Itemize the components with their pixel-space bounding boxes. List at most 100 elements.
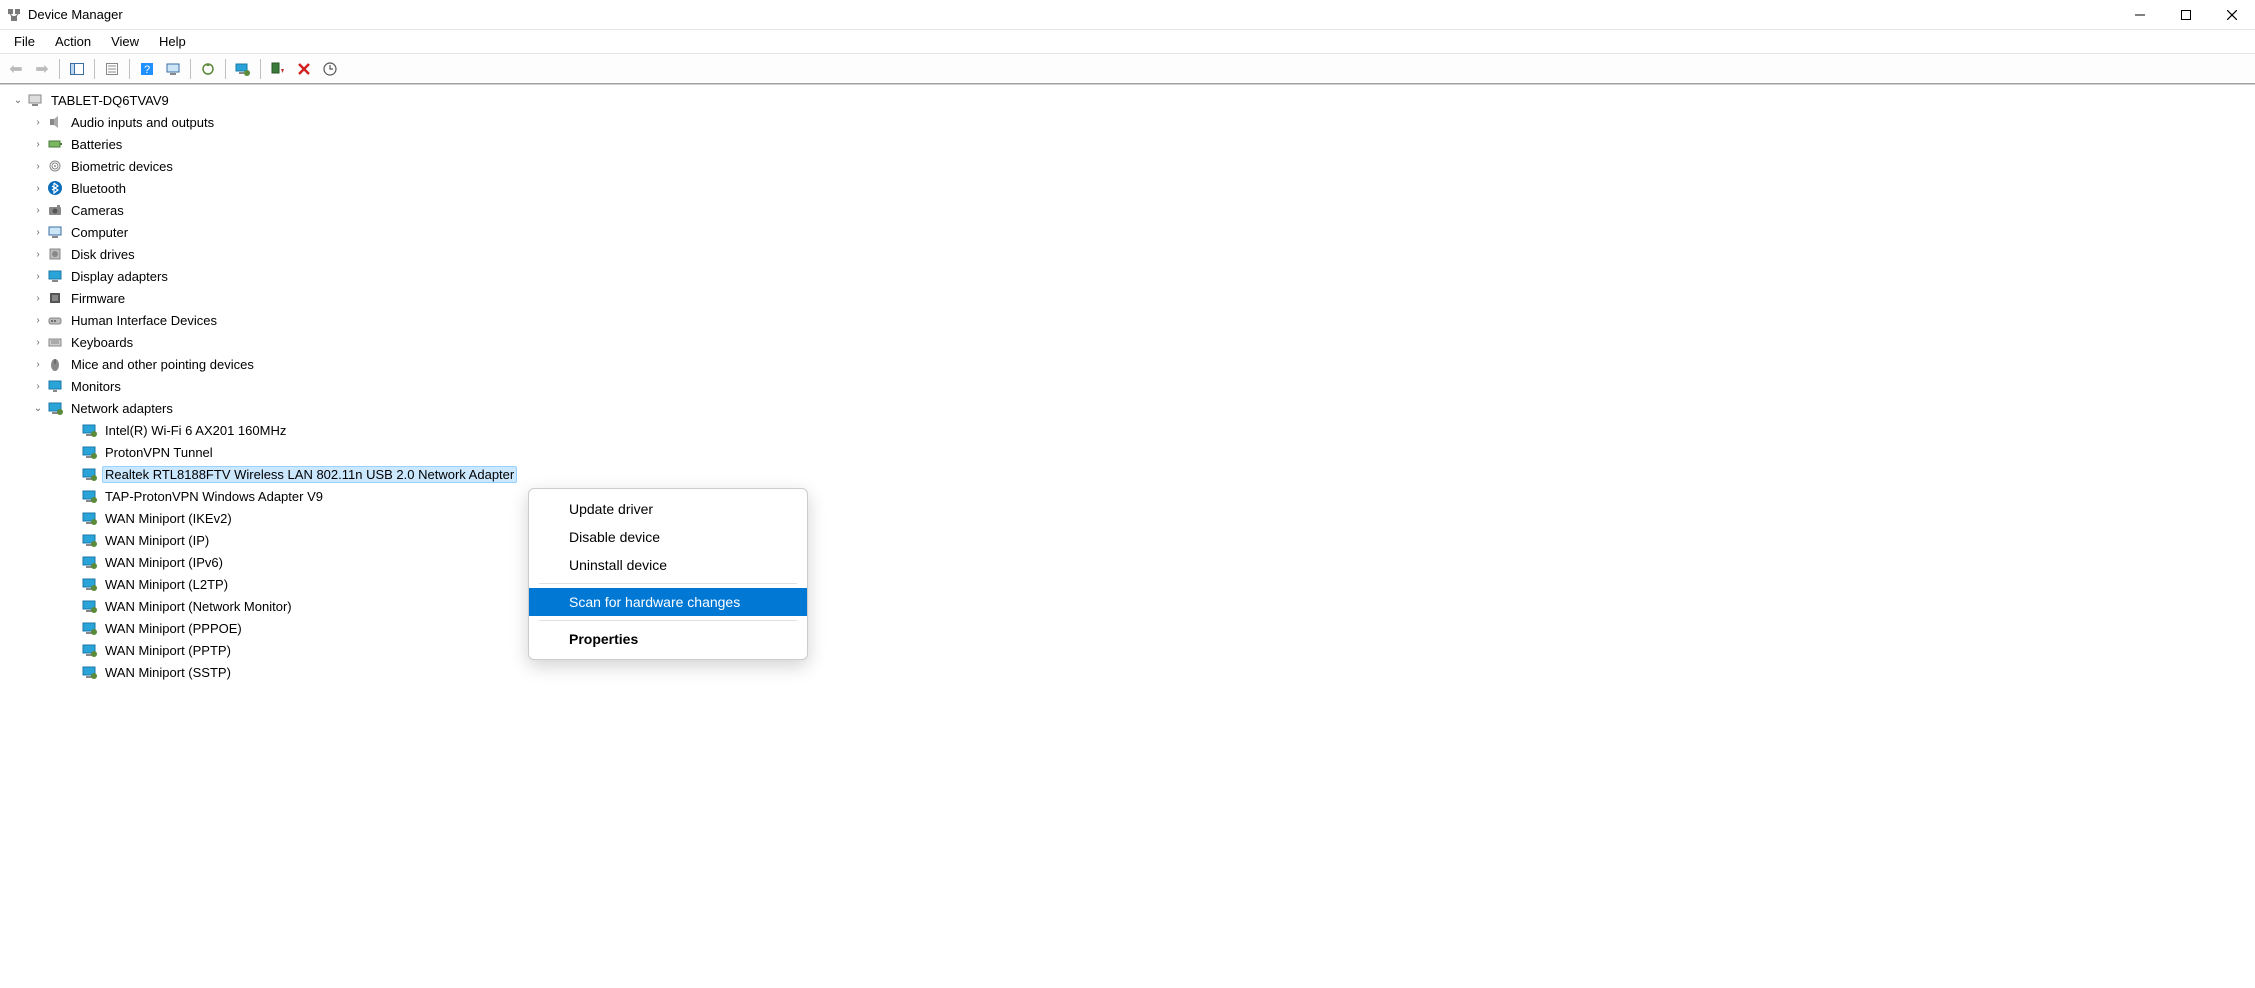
expander-icon[interactable]: › [30,356,46,372]
expander-icon[interactable]: › [30,224,46,240]
expander-icon[interactable]: › [30,312,46,328]
tree-device[interactable]: · WAN Miniport (Network Monitor) [4,595,2255,617]
menu-action[interactable]: Action [47,32,99,51]
expander-none: · [64,554,80,570]
tree-category[interactable]: › Disk drives [4,243,2255,265]
tree-root[interactable]: ⌄ TABLET-DQ6TVAV9 [4,89,2255,111]
firmware-icon [46,289,64,307]
expander-none: · [64,532,80,548]
tree-device-label: WAN Miniport (L2TP) [102,576,231,593]
tree-device[interactable]: · Intel(R) Wi-Fi 6 AX201 160MHz [4,419,2255,441]
tree-device[interactable]: · WAN Miniport (IPv6) [4,551,2255,573]
expander-icon[interactable]: › [30,268,46,284]
tree-device[interactable]: · ProtonVPN Tunnel [4,441,2255,463]
expander-icon[interactable]: › [30,334,46,350]
bluetooth-icon [46,179,64,197]
scan-icon [165,61,181,77]
help-button[interactable]: ? [135,57,159,81]
maximize-button[interactable] [2163,0,2209,30]
uninstall-device-button[interactable] [292,57,316,81]
expander-icon[interactable]: › [30,136,46,152]
expander-icon[interactable]: ⌄ [10,92,26,108]
tree-category[interactable]: › Bluetooth [4,177,2255,199]
tree-device[interactable]: · WAN Miniport (PPPOE) [4,617,2255,639]
tree-category[interactable]: › Firmware [4,287,2255,309]
tree-device-label: Realtek RTL8188FTV Wireless LAN 802.11n … [102,466,517,483]
menu-view[interactable]: View [103,32,147,51]
network-adapter-icon [80,443,98,461]
expander-icon[interactable]: › [30,114,46,130]
tree-device[interactable]: · WAN Miniport (SSTP) [4,661,2255,683]
context-menu-separator [539,583,797,584]
expander-icon[interactable]: › [30,158,46,174]
menu-help[interactable]: Help [151,32,194,51]
network-adapter-icon [80,641,98,659]
scan-hardware-button[interactable] [161,57,185,81]
tree-category[interactable]: › Computer [4,221,2255,243]
tree-category[interactable]: › Biometric devices [4,155,2255,177]
back-button[interactable]: ⬅ [4,57,28,81]
expander-icon[interactable]: ⌄ [30,400,46,416]
tree-category[interactable]: › Mice and other pointing devices [4,353,2255,375]
network-adapter-icon [80,465,98,483]
tree-device[interactable]: · WAN Miniport (L2TP) [4,573,2255,595]
expander-none: · [64,620,80,636]
circle-arrow-icon [322,61,338,77]
tree-device[interactable]: · Realtek RTL8188FTV Wireless LAN 802.11… [4,463,2255,485]
menu-file[interactable]: File [6,32,43,51]
expander-icon[interactable]: › [30,180,46,196]
tree-category-label: Mice and other pointing devices [68,356,257,373]
tree-category[interactable]: › Display adapters [4,265,2255,287]
computer-icon [26,91,44,109]
tree-device[interactable]: · WAN Miniport (IP) [4,529,2255,551]
monitor-icon [46,377,64,395]
tree-category[interactable]: › Human Interface Devices [4,309,2255,331]
close-button[interactable] [2209,0,2255,30]
titlebar: Device Manager [0,0,2255,30]
forward-button[interactable]: ➡ [30,57,54,81]
tree-device[interactable]: · WAN Miniport (PPTP) [4,639,2255,661]
expander-icon[interactable]: › [30,290,46,306]
tree-category-label: Biometric devices [68,158,176,175]
add-legacy-button[interactable] [231,57,255,81]
tree-category-label: Disk drives [68,246,138,263]
tree-category-label: Audio inputs and outputs [68,114,217,131]
expander-icon[interactable]: › [30,378,46,394]
tree-panel[interactable]: ⌄ TABLET-DQ6TVAV9 › Audio inputs and out… [0,84,2255,988]
expander-icon[interactable]: › [30,202,46,218]
show-hide-tree-button[interactable] [65,57,89,81]
expander-none: · [64,488,80,504]
network-adapter-icon [80,421,98,439]
context-menu-item[interactable]: Uninstall device [529,551,807,579]
tree-category[interactable]: › Monitors [4,375,2255,397]
tree-category[interactable]: › Keyboards [4,331,2255,353]
toolbar: ⬅ ➡ ? [0,54,2255,84]
disable-device-button[interactable] [266,57,290,81]
tree-device[interactable]: · WAN Miniport (IKEv2) [4,507,2255,529]
tree-category-label: Monitors [68,378,124,395]
network-adapter-icon [80,597,98,615]
mouse-icon [46,355,64,373]
network-adapter-icon [80,487,98,505]
tree-category[interactable]: › Cameras [4,199,2255,221]
tree-category-network[interactable]: ⌄ Network adapters [4,397,2255,419]
network-icon [46,399,64,417]
tree-category[interactable]: › Audio inputs and outputs [4,111,2255,133]
context-menu-item[interactable]: Update driver [529,495,807,523]
device-down-icon [270,61,286,77]
context-menu-item[interactable]: Scan for hardware changes [529,588,807,616]
display-icon [46,267,64,285]
context-menu-item[interactable]: Properties [529,625,807,653]
tree-device-label: WAN Miniport (PPTP) [102,642,234,659]
properties-button[interactable] [100,57,124,81]
minimize-button[interactable] [2117,0,2163,30]
expander-none: · [64,510,80,526]
update-driver-button[interactable] [196,57,220,81]
expander-icon[interactable]: › [30,246,46,262]
tree-category[interactable]: › Batteries [4,133,2255,155]
context-menu-item[interactable]: Disable device [529,523,807,551]
tree-device-label: WAN Miniport (IPv6) [102,554,226,571]
tree-device[interactable]: · TAP-ProtonVPN Windows Adapter V9 [4,485,2255,507]
disk-icon [46,245,64,263]
scan-for-changes-button[interactable] [318,57,342,81]
